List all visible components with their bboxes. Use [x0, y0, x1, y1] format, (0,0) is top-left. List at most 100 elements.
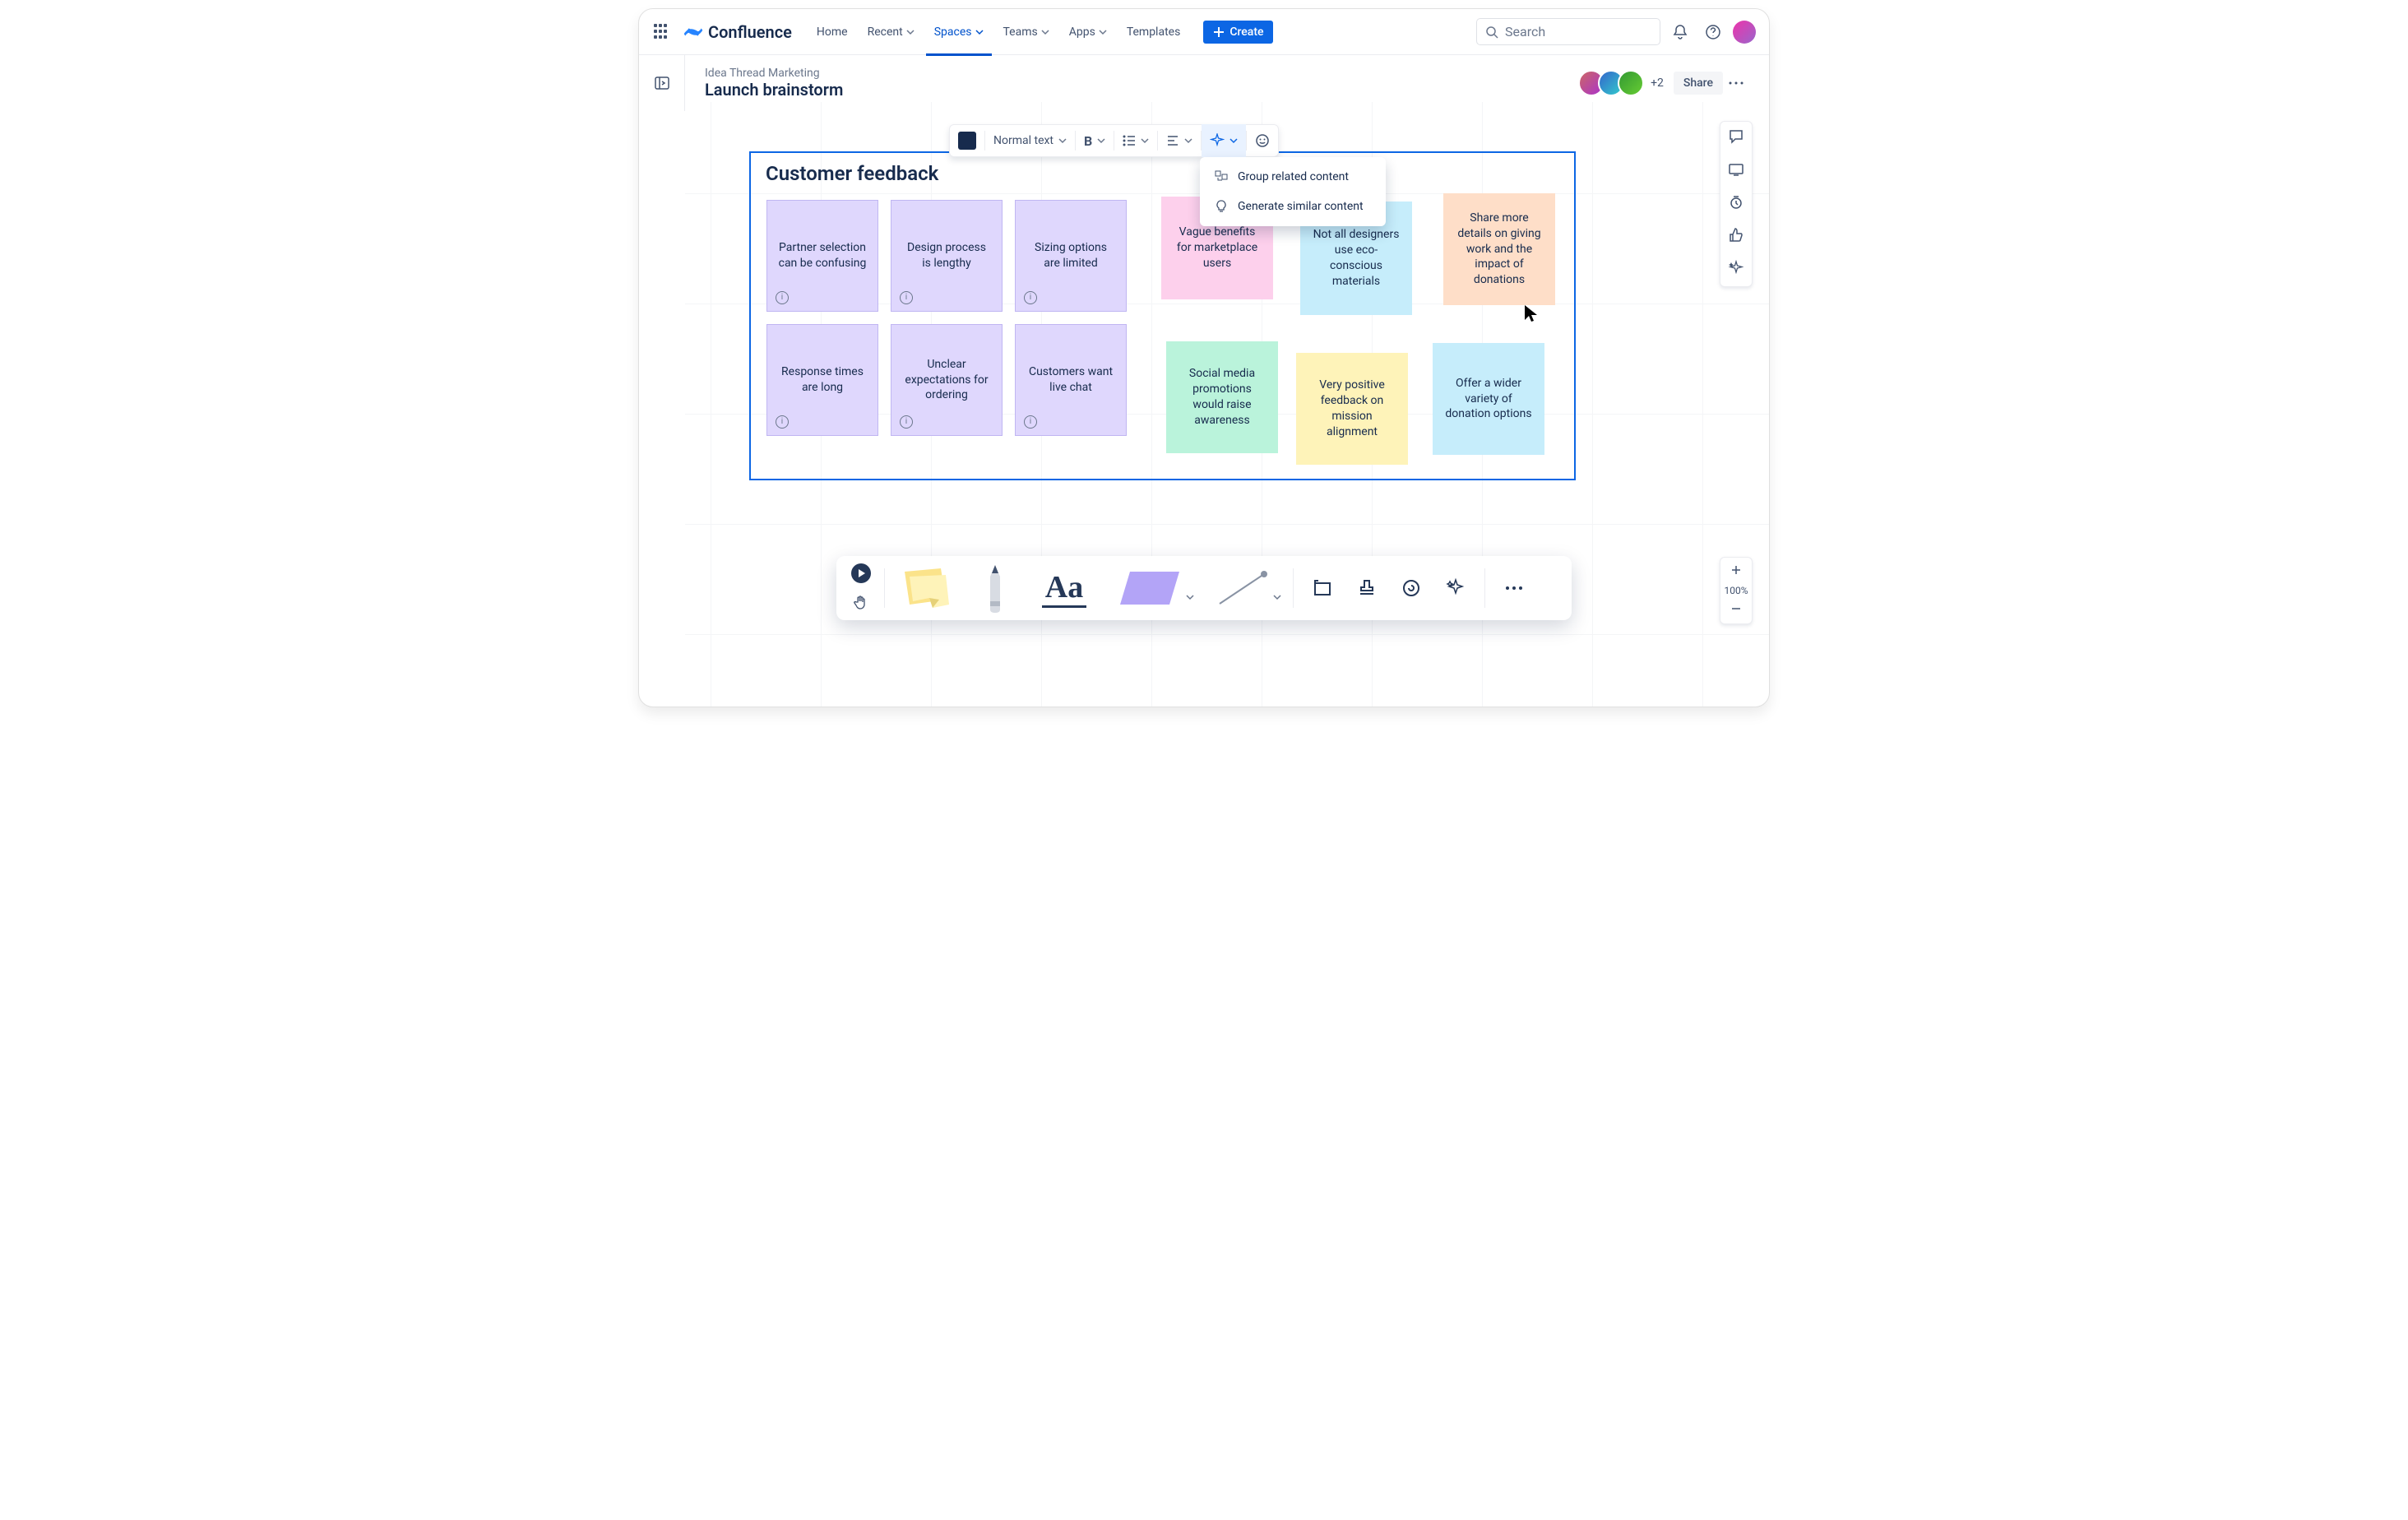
- hand-tool[interactable]: [853, 594, 869, 614]
- present-icon: [1728, 161, 1744, 178]
- text-tool[interactable]: Aa: [1031, 558, 1097, 618]
- color-swatch: [958, 132, 976, 150]
- color-picker[interactable]: [950, 124, 984, 157]
- minus-icon: [1730, 603, 1742, 614]
- comments-button[interactable]: [1728, 128, 1744, 148]
- nav-recent[interactable]: Recent: [859, 19, 923, 45]
- zoom-in-button[interactable]: [1730, 564, 1742, 578]
- search-icon: [1485, 25, 1498, 39]
- create-button[interactable]: Create: [1203, 21, 1273, 44]
- hand-icon: [853, 594, 869, 610]
- ai-button[interactable]: [1202, 124, 1246, 157]
- sticky-note[interactable]: Social media promotions would raise awar…: [1166, 341, 1278, 453]
- info-icon[interactable]: i: [776, 415, 789, 429]
- nav-home[interactable]: Home: [808, 19, 856, 45]
- app-switcher-icon[interactable]: [652, 22, 672, 42]
- chevron-down-icon: [1141, 137, 1149, 145]
- nav-spaces[interactable]: Spaces: [926, 19, 992, 45]
- info-icon[interactable]: i: [776, 291, 789, 304]
- info-icon[interactable]: i: [900, 415, 913, 429]
- sparkle-icon: [1210, 133, 1225, 148]
- help-button[interactable]: [1700, 19, 1726, 45]
- pointer-icon: [850, 563, 872, 584]
- search-input[interactable]: Search: [1476, 18, 1660, 45]
- nav-items: Home Recent Spaces Teams Apps Templates: [808, 19, 1188, 45]
- ai-group-content[interactable]: Group related content: [1200, 162, 1386, 192]
- sticky-note[interactable]: Partner selection can be confusingi: [766, 200, 878, 312]
- thumbsup-icon: [1728, 227, 1744, 243]
- frame-icon: [1313, 578, 1332, 598]
- sticky-note[interactable]: Very positive feedback on mission alignm…: [1296, 353, 1408, 465]
- chevron-down-icon: [975, 28, 984, 36]
- presence-avatars[interactable]: [1585, 70, 1644, 96]
- group-icon: [1215, 170, 1228, 183]
- more-tools[interactable]: [1493, 558, 1535, 618]
- page-title: Launch brainstorm: [705, 80, 843, 100]
- lightbulb-icon: [1215, 200, 1228, 213]
- ai-tool[interactable]: [1435, 558, 1476, 618]
- emoji-icon: [1255, 133, 1270, 148]
- zoom-level[interactable]: 100%: [1724, 585, 1748, 596]
- stamp-icon: [1357, 578, 1377, 598]
- sticky-note[interactable]: Offer a wider variety of donation option…: [1433, 343, 1544, 455]
- help-icon: [1705, 24, 1721, 40]
- info-icon[interactable]: i: [1024, 291, 1037, 304]
- sticky-note[interactable]: Unclear expectations for orderingi: [891, 324, 1003, 436]
- pointer-tool[interactable]: [850, 563, 872, 587]
- sticky-note[interactable]: Share more details on giving work and th…: [1443, 193, 1555, 305]
- profile-avatar[interactable]: [1733, 21, 1756, 44]
- chevron-down-icon: [1273, 593, 1281, 601]
- breadcrumb[interactable]: Idea Thread Marketing: [705, 67, 843, 80]
- reactions-button[interactable]: [1728, 227, 1744, 247]
- product-name: Confluence: [708, 22, 792, 42]
- sticky-note[interactable]: Response times are longi: [766, 324, 878, 436]
- pen-icon: [977, 562, 1013, 614]
- timer-button[interactable]: [1728, 194, 1744, 214]
- format-dropdown[interactable]: Normal text: [985, 124, 1075, 157]
- info-icon[interactable]: i: [900, 291, 913, 304]
- pen-tool[interactable]: [962, 558, 1028, 618]
- notifications-button[interactable]: [1667, 19, 1693, 45]
- confluence-logo[interactable]: Confluence: [683, 22, 792, 42]
- timer-icon: [1728, 194, 1744, 211]
- chevron-down-icon: [1097, 137, 1105, 145]
- line-tool[interactable]: [1202, 558, 1285, 618]
- nav-teams[interactable]: Teams: [995, 19, 1058, 45]
- expand-sidebar-icon[interactable]: [654, 75, 670, 91]
- bold-button[interactable]: B: [1076, 124, 1114, 157]
- ai-generate-content[interactable]: Generate similar content: [1200, 192, 1386, 221]
- sticky-note[interactable]: Sizing options are limitedi: [1015, 200, 1127, 312]
- sticky-note[interactable]: Design process is lengthyi: [891, 200, 1003, 312]
- share-button[interactable]: Share: [1674, 72, 1723, 95]
- shape-tool[interactable]: [1100, 558, 1199, 618]
- sticky-note[interactable]: Customers want live chati: [1015, 324, 1127, 436]
- confluence-icon: [683, 22, 703, 42]
- bell-icon: [1672, 24, 1688, 40]
- chevron-down-icon: [1058, 137, 1067, 145]
- link-tool[interactable]: [1391, 558, 1432, 618]
- sticky-stack-icon: [900, 563, 952, 613]
- presence-overflow[interactable]: +2: [1651, 76, 1664, 90]
- more-actions-button[interactable]: [1723, 70, 1749, 96]
- list-button[interactable]: [1114, 124, 1157, 157]
- sidebar-collapsed: [639, 55, 685, 111]
- nav-apps[interactable]: Apps: [1061, 19, 1115, 45]
- avatar[interactable]: [1618, 70, 1644, 96]
- emoji-button[interactable]: [1247, 124, 1278, 157]
- sticky-note-tool[interactable]: [893, 558, 959, 618]
- frame-tool[interactable]: [1302, 558, 1343, 618]
- zoom-control: 100%: [1720, 557, 1753, 624]
- zoom-out-button[interactable]: [1730, 603, 1742, 617]
- chevron-down-icon: [1041, 28, 1049, 36]
- align-button[interactable]: [1158, 124, 1201, 157]
- editor-toolbar: Normal text B: [949, 124, 1279, 157]
- search-placeholder: Search: [1505, 24, 1545, 39]
- stamp-tool[interactable]: [1346, 558, 1387, 618]
- sparkle-icon: [1446, 578, 1466, 598]
- nav-templates[interactable]: Templates: [1118, 19, 1189, 45]
- present-button[interactable]: [1728, 161, 1744, 181]
- comment-icon: [1728, 128, 1744, 145]
- chevron-down-icon: [906, 28, 915, 36]
- info-icon[interactable]: i: [1024, 415, 1037, 429]
- ai-rail-button[interactable]: [1728, 260, 1744, 280]
